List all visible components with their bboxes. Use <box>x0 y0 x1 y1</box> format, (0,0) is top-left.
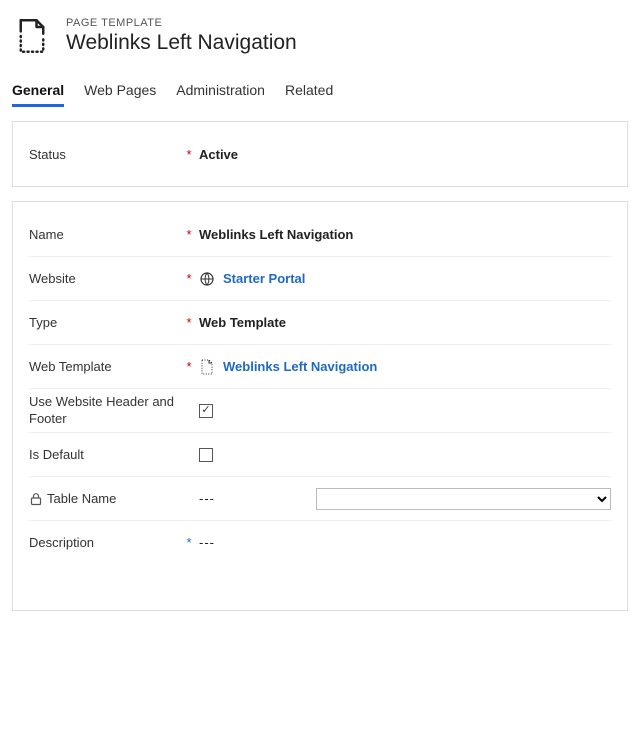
field-use-header-footer: Use Website Header and Footer <box>29 388 611 432</box>
table-name-label: Table Name <box>29 491 179 506</box>
entity-icon <box>12 16 52 56</box>
web-template-value[interactable]: Weblinks Left Navigation <box>199 359 611 375</box>
required-indicator: * <box>179 227 199 242</box>
lock-icon <box>29 492 43 506</box>
tab-related[interactable]: Related <box>285 82 333 107</box>
tab-strip: General Web Pages Administration Related <box>0 72 640 107</box>
description-value[interactable]: --- <box>199 535 215 550</box>
tab-general[interactable]: General <box>12 82 64 107</box>
required-indicator: * <box>179 359 199 374</box>
web-template-label: Web Template <box>29 359 179 374</box>
use-header-footer-checkbox[interactable] <box>199 404 213 418</box>
recommended-indicator: * <box>179 535 199 550</box>
web-template-link[interactable]: Weblinks Left Navigation <box>223 359 377 374</box>
type-label: Type <box>29 315 179 330</box>
description-label: Description <box>29 535 179 550</box>
field-type: Type * Web Template <box>29 300 611 344</box>
status-label: Status <box>29 147 179 162</box>
use-header-footer-label: Use Website Header and Footer <box>29 394 179 427</box>
is-default-checkbox[interactable] <box>199 448 213 462</box>
required-indicator: * <box>179 147 199 162</box>
name-label: Name <box>29 227 179 242</box>
page-title: Weblinks Left Navigation <box>66 31 297 55</box>
field-table-name: Table Name --- <box>29 476 611 520</box>
entity-label: PAGE TEMPLATE <box>66 17 297 29</box>
field-web-template: Web Template * Weblinks Left Navigation <box>29 344 611 388</box>
required-indicator: * <box>179 315 199 330</box>
table-name-value: --- <box>199 491 215 506</box>
document-icon <box>199 359 215 375</box>
is-default-label: Is Default <box>29 447 179 462</box>
field-description: Description * --- <box>29 520 611 600</box>
field-is-default: Is Default <box>29 432 611 476</box>
status-value[interactable]: Active <box>199 147 611 162</box>
tab-administration[interactable]: Administration <box>176 82 265 107</box>
table-name-dropdown[interactable] <box>316 488 611 510</box>
status-section: Status * Active <box>12 121 628 187</box>
website-value[interactable]: Starter Portal <box>199 271 611 287</box>
form-header: PAGE TEMPLATE Weblinks Left Navigation <box>0 0 640 64</box>
required-indicator: * <box>179 271 199 286</box>
website-label: Website <box>29 271 179 286</box>
tab-web-pages[interactable]: Web Pages <box>84 82 156 107</box>
table-name-label-text: Table Name <box>47 491 116 506</box>
globe-icon <box>199 271 215 287</box>
name-value[interactable]: Weblinks Left Navigation <box>199 227 611 242</box>
general-section: Name * Weblinks Left Navigation Website … <box>12 201 628 611</box>
type-value[interactable]: Web Template <box>199 315 611 330</box>
field-name: Name * Weblinks Left Navigation <box>29 212 611 256</box>
website-link[interactable]: Starter Portal <box>223 271 305 286</box>
field-website: Website * Starter Portal <box>29 256 611 300</box>
